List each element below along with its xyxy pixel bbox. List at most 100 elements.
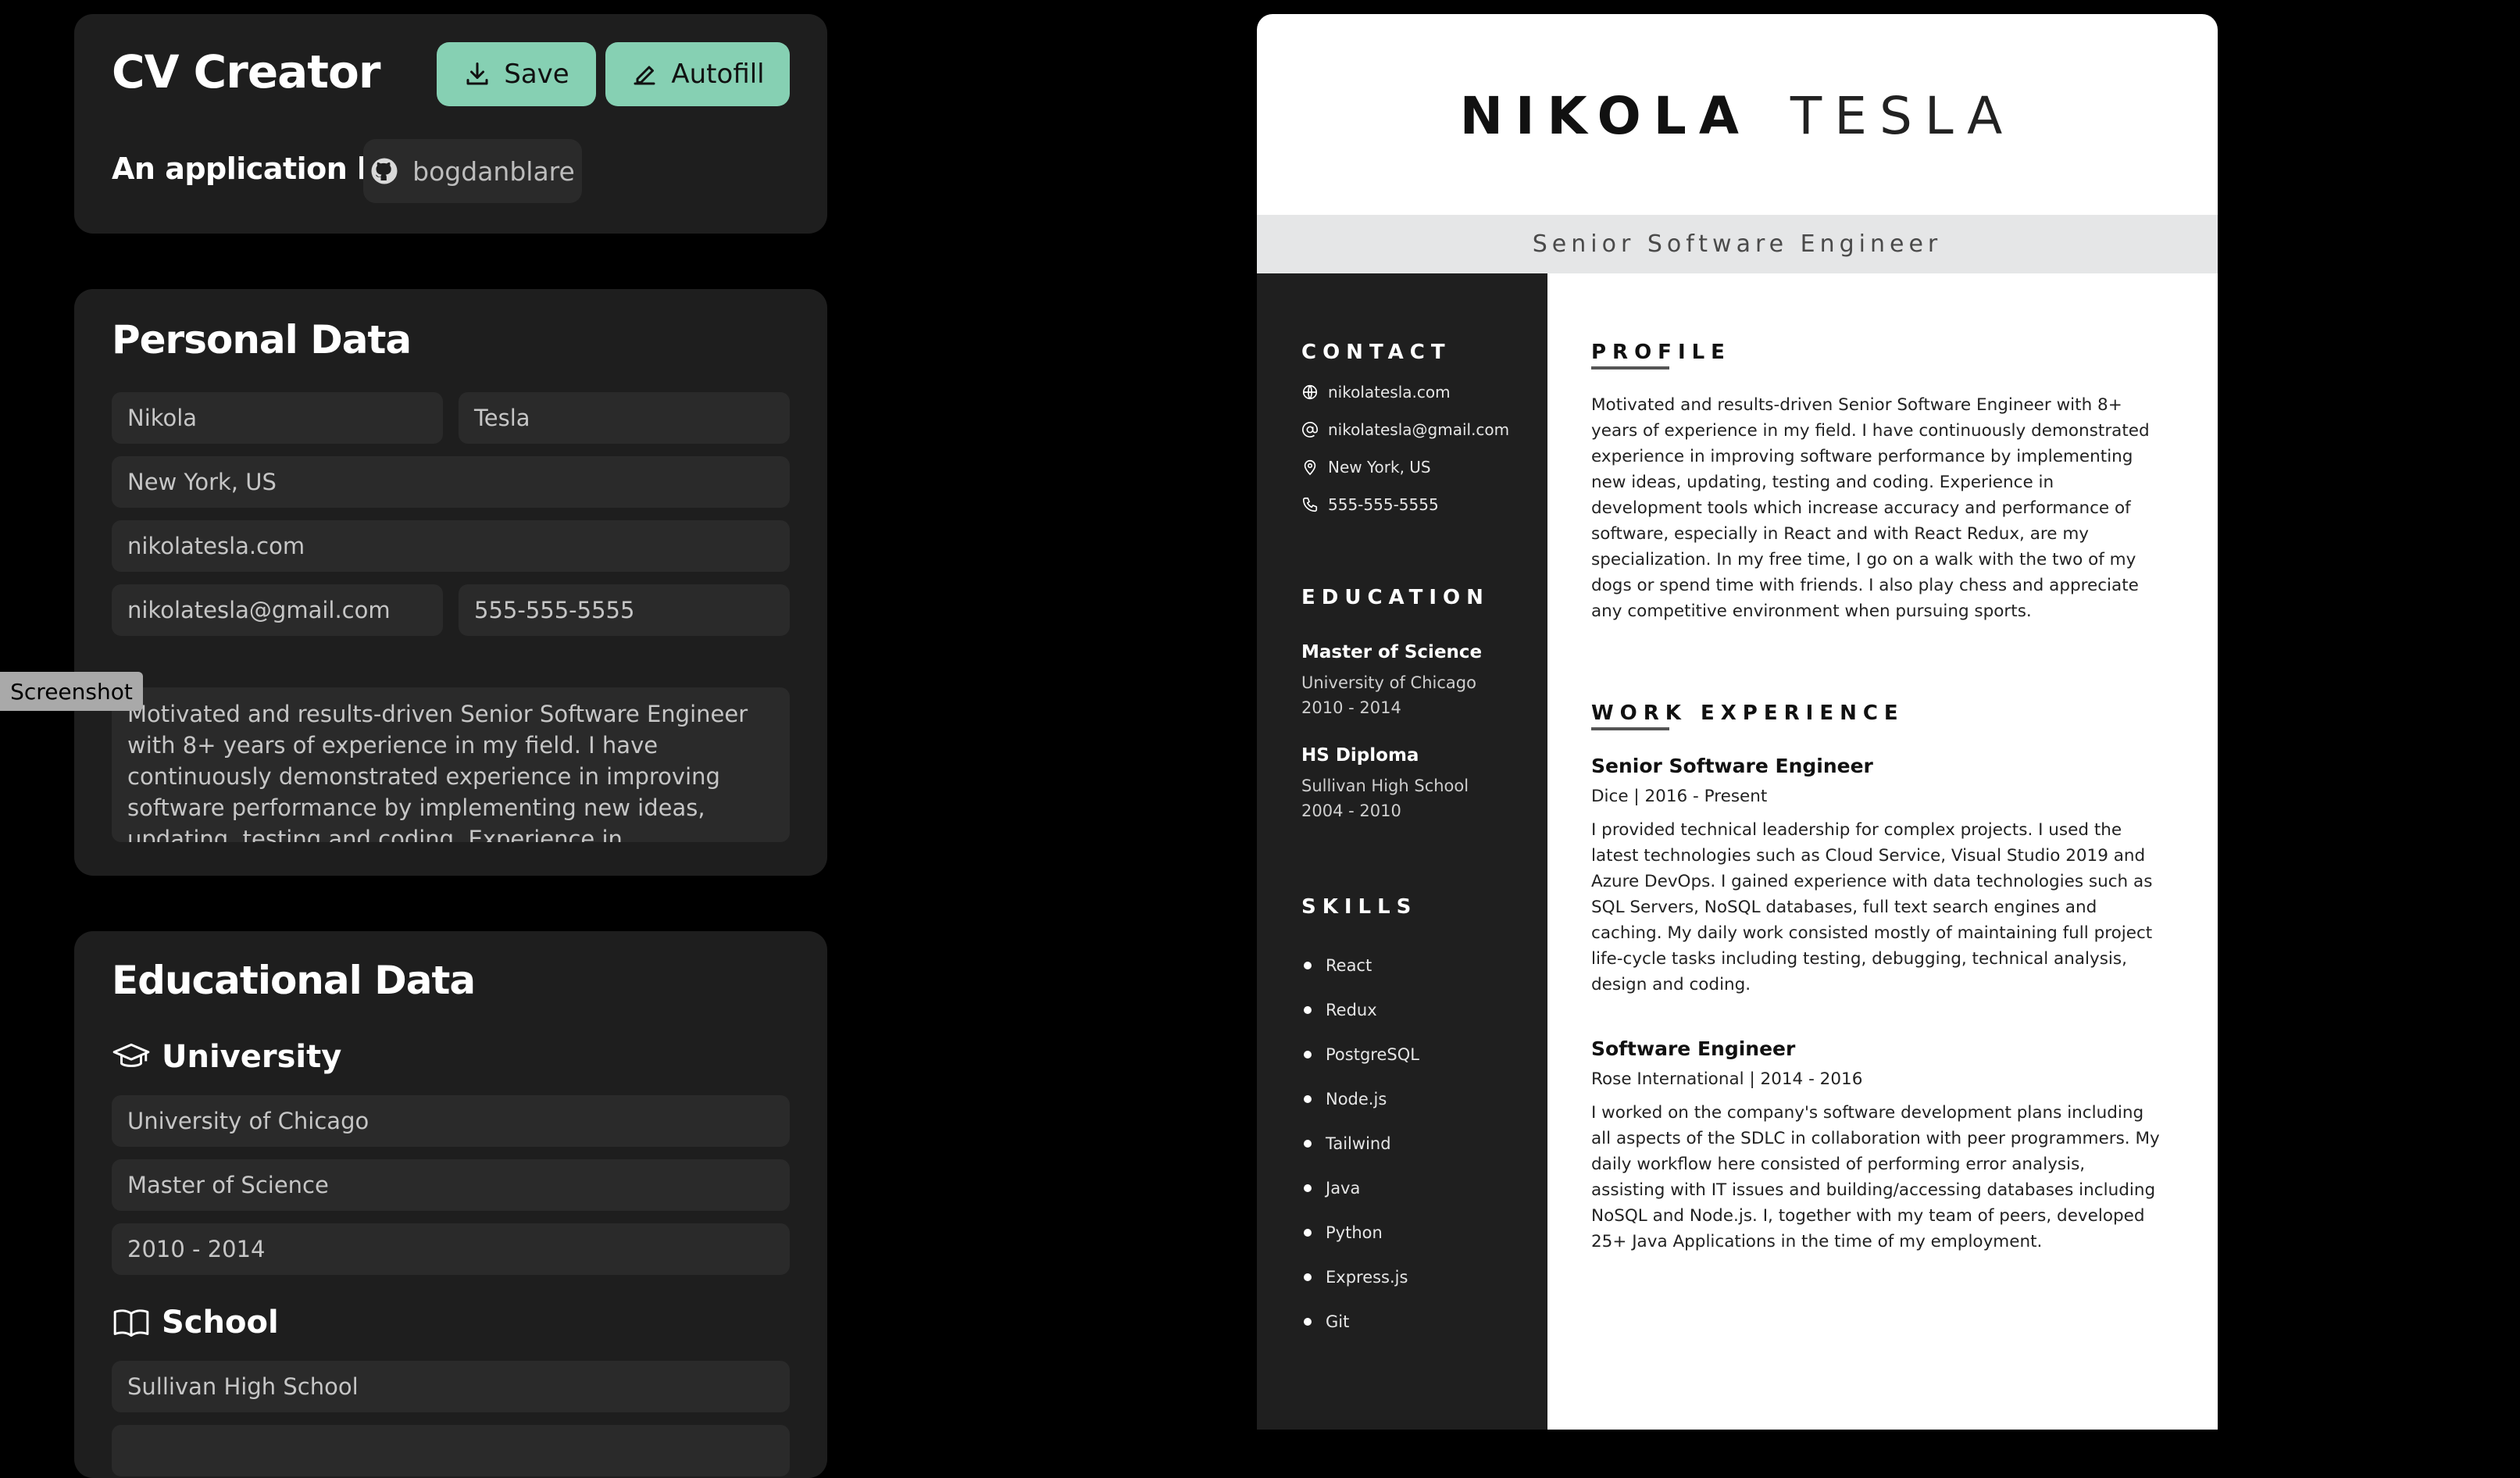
skill-item: Python	[1304, 1223, 1383, 1242]
edu-school-1: University of Chicago	[1301, 673, 1476, 692]
skill-item: Tailwind	[1304, 1134, 1391, 1153]
location-input[interactable]: New York, US	[112, 456, 790, 508]
skill-label: Java	[1326, 1179, 1361, 1198]
edu-years-2: 2004 - 2010	[1301, 801, 1401, 820]
cv-first-name: NIKOLA	[1459, 86, 1751, 146]
university-heading: University	[112, 1037, 341, 1076]
about-textarea[interactable]: Motivated and results-driven Senior Soft…	[112, 687, 790, 842]
contact-website-text: nikolatesla.com	[1328, 383, 1451, 402]
screenshot-overlay-label[interactable]: Screenshot	[0, 672, 143, 711]
skill-label: Python	[1326, 1223, 1383, 1242]
university-degree-input[interactable]: Master of Science	[112, 1159, 790, 1211]
skill-label: Express.js	[1326, 1268, 1408, 1287]
bullet-icon	[1304, 1229, 1312, 1237]
phone-input[interactable]: 555-555-5555	[459, 584, 790, 636]
cv-role: Senior Software Engineer	[1532, 230, 1943, 258]
school-name-input[interactable]: Sullivan High School	[112, 1361, 790, 1412]
skill-label: Git	[1326, 1312, 1350, 1331]
bullet-icon	[1304, 1051, 1312, 1059]
educational-data-panel: Educational Data University University o…	[74, 931, 827, 1478]
graduation-cap-icon	[112, 1043, 150, 1067]
contact-email: nikolatesla@gmail.com	[1301, 420, 1509, 439]
work-divider	[1591, 727, 1669, 730]
first-name-input[interactable]: Nikola	[112, 392, 443, 444]
cv-sidebar: CONTACT nikolatesla.com nikolatesla@gmai…	[1257, 273, 1547, 1430]
job-description-1: I provided technical leadership for comp…	[1591, 820, 2153, 994]
autofill-button[interactable]: Autofill	[605, 42, 790, 106]
school-extra-input[interactable]	[112, 1425, 790, 1476]
globe-icon	[1302, 384, 1318, 400]
skill-item: Git	[1304, 1312, 1349, 1331]
save-button[interactable]: Save	[437, 42, 596, 106]
contact-location-text: New York, US	[1328, 458, 1431, 477]
bullet-icon	[1304, 962, 1312, 969]
website-input[interactable]: nikolatesla.com	[112, 520, 790, 572]
edu-degree-2: HS Diploma	[1301, 745, 1419, 766]
app-header-panel: CV Creator Save Autofill An application …	[74, 14, 827, 234]
skill-item: PostgreSQL	[1304, 1045, 1419, 1064]
skill-label: PostgreSQL	[1326, 1045, 1419, 1064]
personal-data-panel: Personal Data Nikola Tesla New York, US …	[74, 289, 827, 876]
education-heading: EDUCATION	[1301, 586, 1490, 609]
edu-years-1: 2010 - 2014	[1301, 698, 1401, 717]
github-username: bogdanblare	[412, 155, 575, 187]
skill-label: Redux	[1326, 1001, 1377, 1019]
contact-email-text: nikolatesla@gmail.com	[1328, 420, 1510, 439]
github-icon	[371, 158, 398, 184]
skill-label: React	[1326, 956, 1372, 975]
personal-data-title: Personal Data	[112, 317, 412, 362]
bullet-icon	[1304, 1140, 1312, 1148]
skill-label: Tailwind	[1326, 1134, 1391, 1153]
download-icon	[466, 62, 488, 85]
skill-label: Node.js	[1326, 1090, 1387, 1108]
map-pin-icon	[1304, 459, 1316, 476]
app-title: CV Creator	[112, 45, 380, 98]
profile-heading: PROFILE	[1591, 341, 1731, 364]
profile-text: Motivated and results-driven Senior Soft…	[1591, 395, 2150, 621]
skill-item: Java	[1304, 1179, 1360, 1198]
email-input[interactable]: nikolatesla@gmail.com	[112, 584, 443, 636]
cv-preview: NIKOLA TESLA Senior Software Engineer CON…	[1257, 14, 2218, 1430]
at-sign-icon	[1302, 422, 1318, 437]
university-years-input[interactable]: 2010 - 2014	[112, 1223, 790, 1275]
profile-divider	[1591, 366, 1669, 370]
skill-item: React	[1304, 956, 1372, 975]
job-title-2: Software Engineer	[1591, 1037, 1796, 1060]
contact-website: nikolatesla.com	[1301, 383, 1451, 402]
bullet-icon	[1304, 1318, 1312, 1326]
work-experience-heading: WORK EXPERIENCE	[1591, 702, 1904, 725]
contact-phone-text: 555-555-5555	[1328, 495, 1439, 514]
github-link[interactable]: bogdanblare	[363, 139, 582, 203]
educational-data-title: Educational Data	[112, 958, 476, 1003]
job-meta-2: Rose International | 2014 - 2016	[1591, 1069, 1863, 1089]
bullet-icon	[1304, 1006, 1312, 1014]
bullet-icon	[1304, 1273, 1312, 1281]
contact-phone: 555-555-5555	[1301, 495, 1439, 514]
bullet-icon	[1304, 1095, 1312, 1103]
edu-degree-1: Master of Science	[1301, 642, 1483, 662]
job-meta-1: Dice | 2016 - Present	[1591, 787, 1768, 806]
cv-last-name: TESLA	[1790, 86, 2015, 146]
last-name-input[interactable]: Tesla	[459, 392, 790, 444]
save-button-label: Save	[504, 59, 569, 90]
contact-location: New York, US	[1301, 458, 1431, 477]
phone-icon	[1302, 497, 1318, 512]
cv-name: NIKOLA TESLA	[1257, 86, 2218, 146]
pencil-icon	[634, 66, 655, 85]
byline-text: An application by	[112, 152, 398, 186]
edu-school-2: Sullivan High School	[1301, 776, 1469, 795]
contact-heading: CONTACT	[1301, 341, 1451, 364]
job-title-1: Senior Software Engineer	[1591, 755, 1873, 777]
job-description-2: I worked on the company's software devel…	[1591, 1103, 2160, 1251]
autofill-button-label: Autofill	[671, 59, 765, 90]
school-heading: School	[112, 1303, 279, 1342]
skills-heading: SKILLS	[1301, 895, 1418, 919]
university-heading-label: University	[162, 1039, 342, 1075]
skill-item: Node.js	[1304, 1090, 1387, 1108]
bullet-icon	[1304, 1184, 1312, 1192]
school-heading-label: School	[162, 1305, 279, 1341]
book-icon	[113, 1309, 149, 1337]
skill-item: Express.js	[1304, 1268, 1408, 1287]
university-name-input[interactable]: University of Chicago	[112, 1095, 790, 1147]
skill-item: Redux	[1304, 1001, 1377, 1019]
